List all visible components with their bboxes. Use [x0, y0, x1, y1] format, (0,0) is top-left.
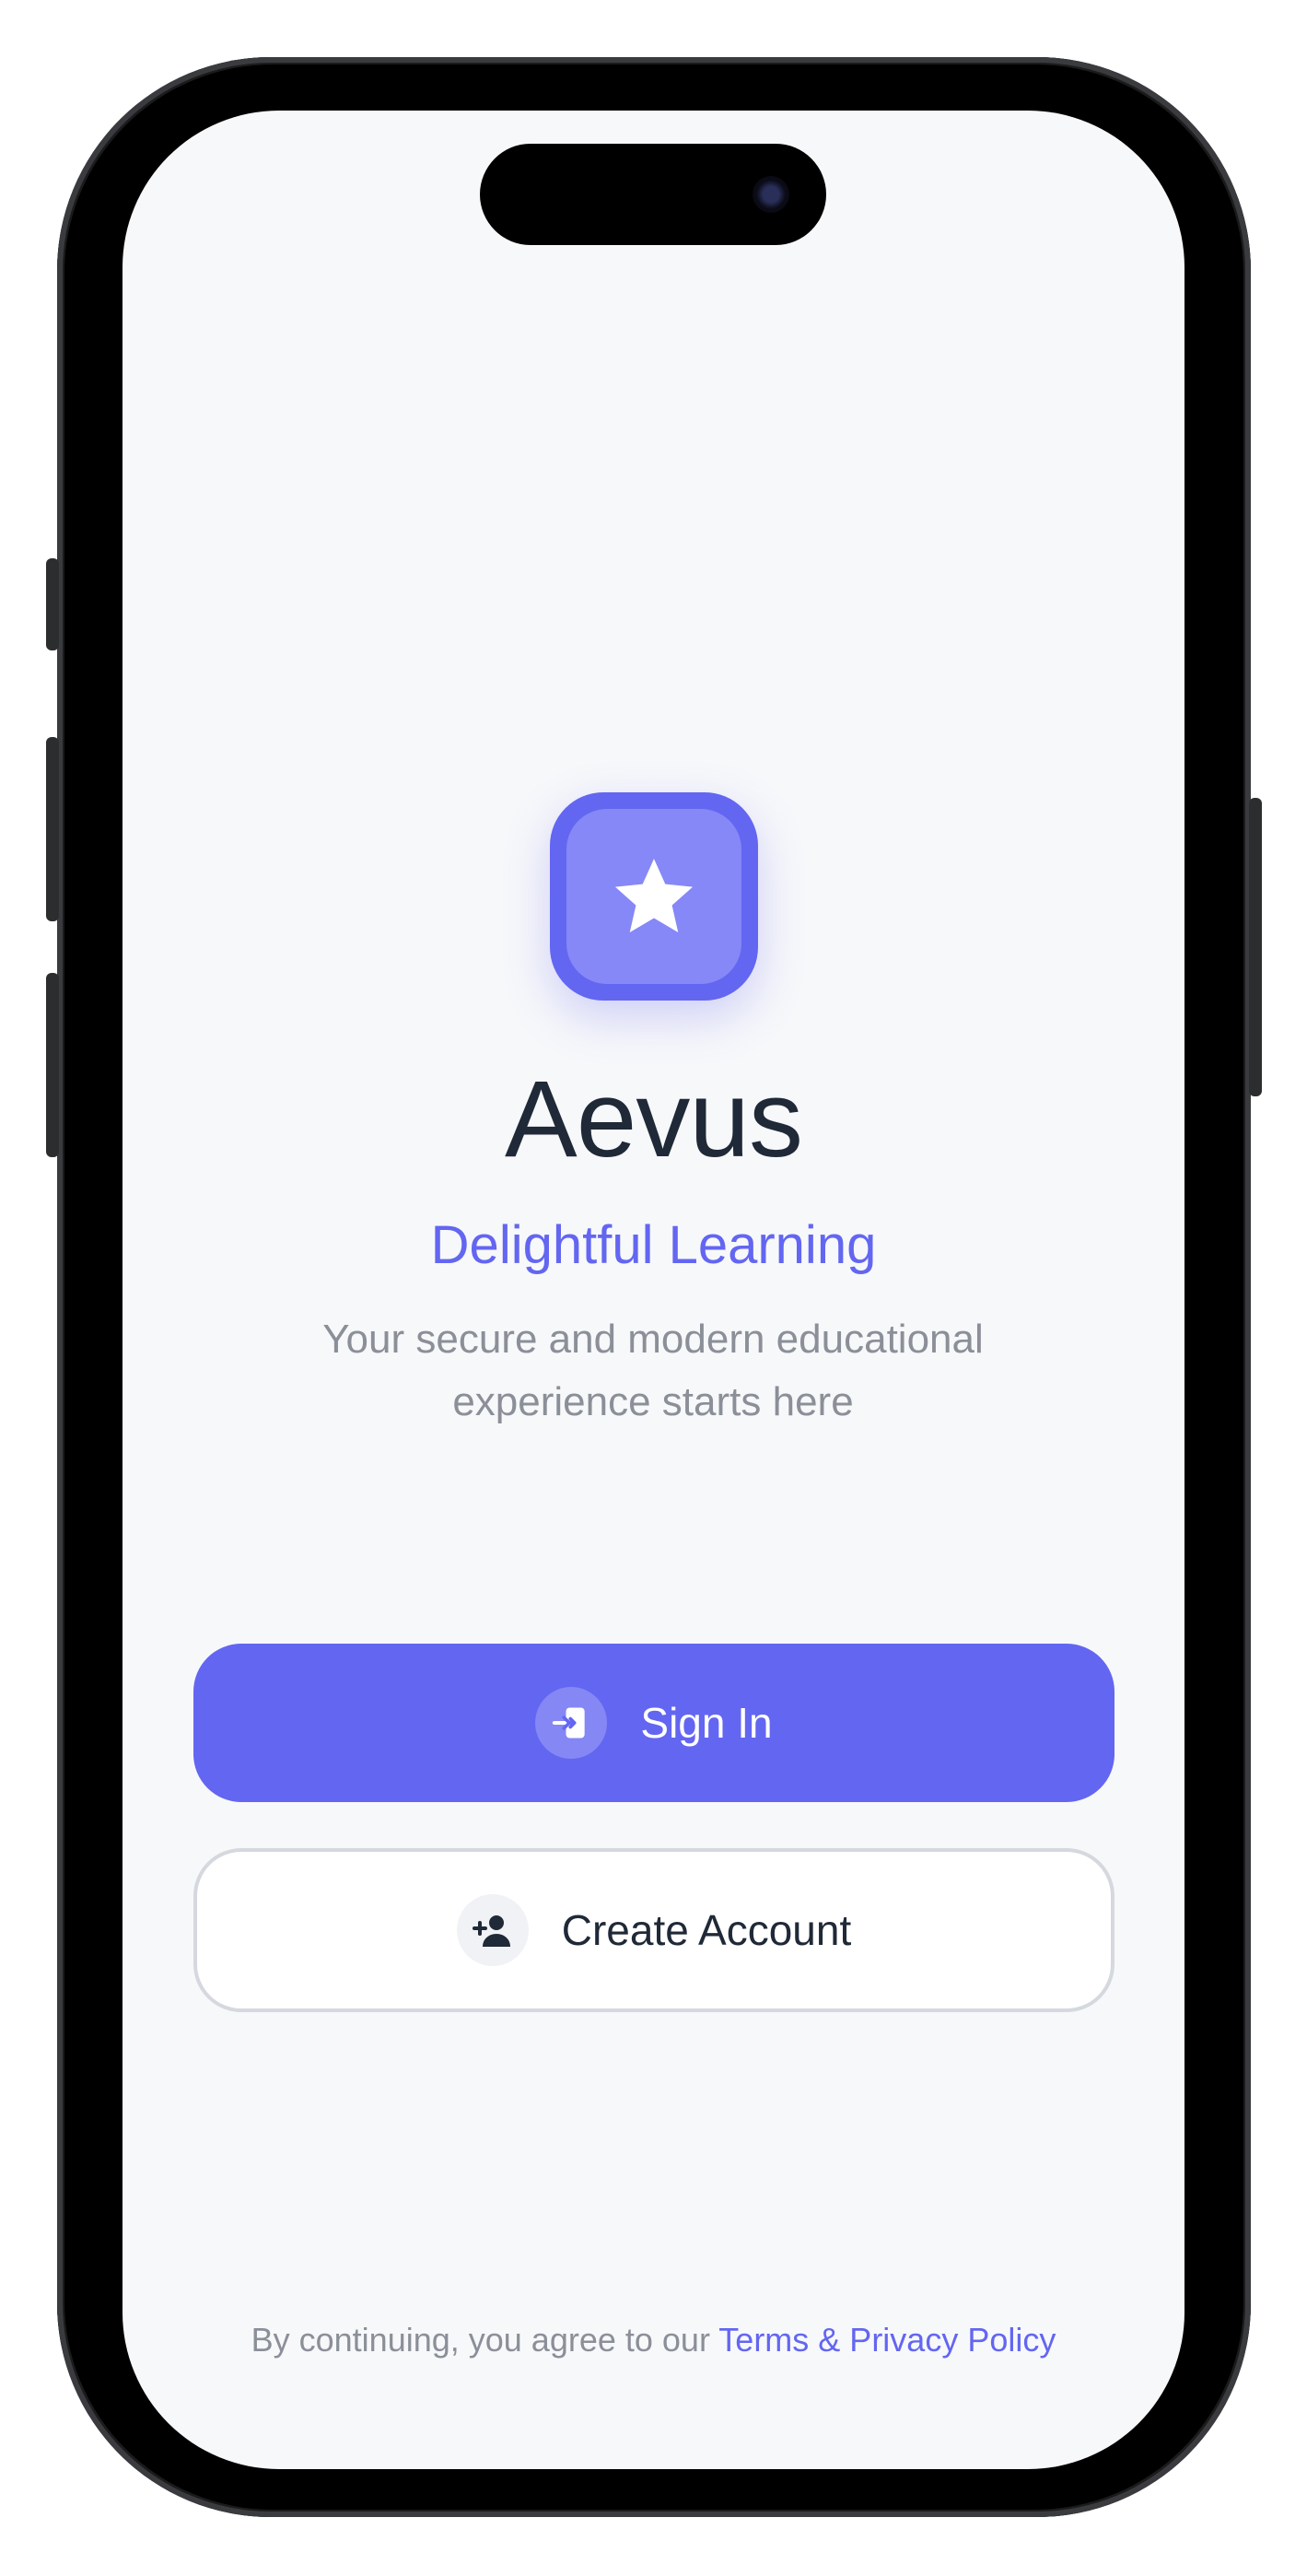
- star-icon: [614, 859, 694, 932]
- action-button: [46, 558, 59, 650]
- sign-in-icon-badge: [535, 1687, 608, 1759]
- app-description: Your secure and modern educational exper…: [322, 1317, 984, 1424]
- volume-up-button: [46, 737, 59, 921]
- app-tagline: Delightful Learning: [430, 1215, 877, 1275]
- legal-footer: By continuing, you agree to our Terms & …: [123, 2318, 1184, 2362]
- power-button: [1249, 798, 1262, 1096]
- front-camera: [753, 176, 789, 213]
- legal-text: By continuing, you agree to our: [251, 2321, 710, 2359]
- device-mockup: Aevus Delightful Learning Your secure an…: [0, 0, 1307, 2576]
- create-account-label: Create Account: [561, 1906, 852, 1954]
- app-logo-inner: [566, 809, 741, 984]
- create-account-button[interactable]: Create Account: [193, 1848, 1114, 2012]
- sign-in-icon: [553, 1707, 586, 1739]
- sign-in-button[interactable]: Sign In: [193, 1644, 1114, 1802]
- dynamic-island: [480, 144, 826, 245]
- sign-in-label: Sign In: [640, 1699, 773, 1747]
- add-user-icon-badge: [456, 1894, 529, 1966]
- app-logo: [550, 792, 758, 1001]
- volume-down-button: [46, 973, 59, 1157]
- app-title: Aevus: [505, 1059, 803, 1180]
- add-user-icon: [472, 1915, 510, 1947]
- terms-privacy-link[interactable]: Terms & Privacy Policy: [718, 2321, 1056, 2359]
- welcome-screen: Aevus Delightful Learning Your secure an…: [123, 111, 1184, 2469]
